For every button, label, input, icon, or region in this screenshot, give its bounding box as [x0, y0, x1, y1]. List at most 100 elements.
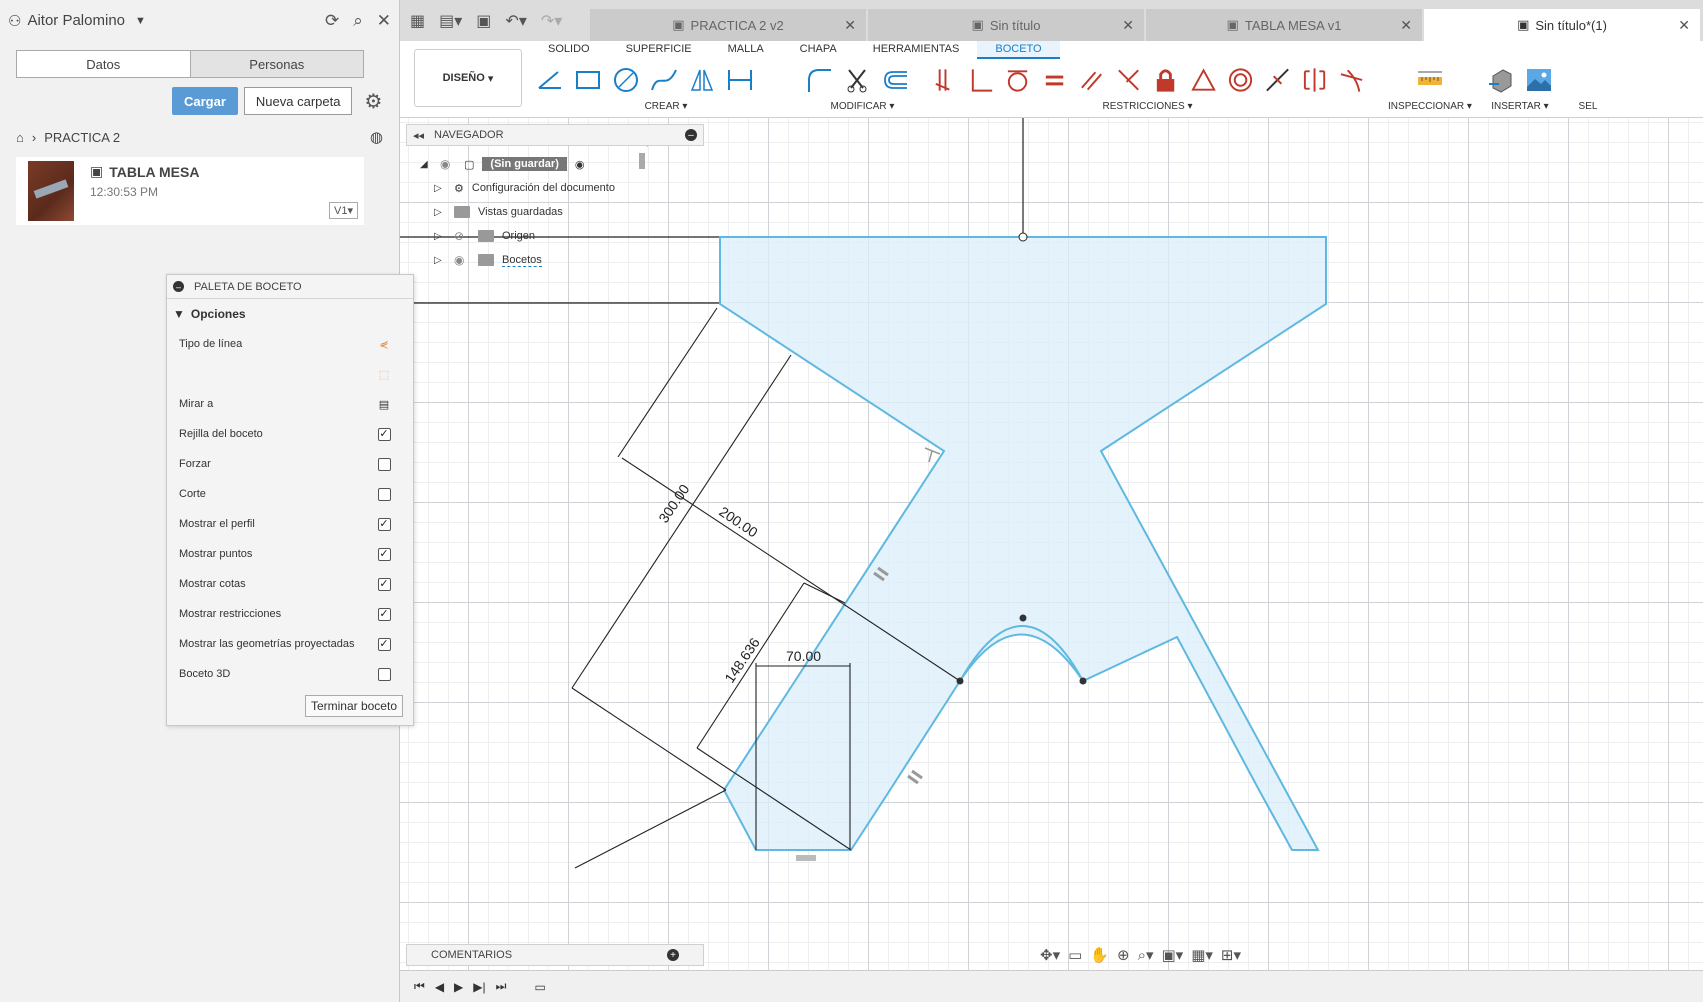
new-folder-button[interactable]: Nueva carpeta [243, 87, 353, 115]
play-icon[interactable]: ▶ [454, 980, 463, 994]
doc-tab-practica[interactable]: ▣ PRACTICA 2 v2 ✕ [590, 9, 866, 41]
tab-datos[interactable]: Datos [17, 51, 191, 77]
pan-hand-icon[interactable]: ✋ [1090, 946, 1109, 964]
activate-radio-icon[interactable]: ◉ [575, 158, 585, 171]
dimension-300[interactable]: 300.00 [655, 481, 692, 526]
checkbox-mostrar-puntos[interactable]: ✓ [377, 547, 391, 561]
tab-boceto[interactable]: BOCETO [977, 41, 1060, 59]
sketch-profile[interactable] [719, 236, 1327, 851]
checkbox-mostrar-restricciones[interactable]: ✓ [377, 607, 391, 621]
home-icon[interactable]: ⌂ [16, 130, 24, 145]
workspace-dropdown[interactable]: DISEÑO ▾ [414, 49, 522, 107]
tab-herramientas[interactable]: HERRAMIENTAS [855, 41, 978, 59]
expand-triangle-icon[interactable]: ▷ [434, 255, 446, 266]
fit-icon[interactable]: ⌕▾ [1138, 946, 1154, 964]
redo-icon[interactable]: ↷▾ [541, 11, 562, 31]
checkbox-geometrias-proyectadas[interactable]: ✓ [377, 637, 391, 651]
construction-line-icon[interactable]: ⋞ [377, 337, 391, 351]
save-icon[interactable]: ▣ [476, 11, 491, 31]
user-menu[interactable]: ⚇ Aitor Palomino ▼ [8, 12, 146, 30]
palette-header[interactable]: – PALETA DE BOCETO [167, 275, 413, 299]
circle-tool-icon[interactable] [612, 66, 640, 94]
finish-sketch-button[interactable]: Terminar boceto [304, 695, 403, 717]
dimension-tool-icon[interactable] [726, 66, 754, 94]
expand-triangle-icon[interactable]: ▷ [434, 183, 446, 194]
globe-icon[interactable]: ◍ [370, 128, 383, 146]
line-tool-icon[interactable] [536, 66, 564, 94]
sketch-canvas[interactable]: 300.00 200.00 148.636 70.00 ◂◂ NAVEGADOR… [400, 118, 1703, 970]
viewports-icon[interactable]: ⊞▾ [1221, 946, 1241, 964]
trim-scissors-icon[interactable] [843, 66, 871, 94]
browser-navigator[interactable]: ◂◂ NAVEGADOR – [406, 124, 704, 146]
upload-button[interactable]: Cargar [172, 87, 238, 115]
checkbox-rejilla[interactable]: ✓ [377, 427, 391, 441]
concentric-constraint-icon[interactable] [1227, 66, 1254, 94]
display-settings-icon[interactable]: ▣▾ [1162, 946, 1184, 964]
close-icon[interactable]: ✕ [1122, 17, 1134, 34]
measure-ruler-icon[interactable] [1416, 66, 1444, 94]
group-label-seleccionar[interactable]: SEL [1568, 101, 1608, 112]
checkbox-mostrar-perfil[interactable]: ✓ [377, 517, 391, 531]
coincident-constraint-icon[interactable] [930, 66, 957, 94]
doc-tab-sin-titulo[interactable]: ▣ Sin título ✕ [868, 9, 1144, 41]
group-label-modificar[interactable]: MODIFICAR ▾ [805, 101, 920, 112]
midpoint-constraint-icon[interactable] [1264, 66, 1291, 94]
tab-chapa[interactable]: CHAPA [782, 41, 855, 59]
curvature-constraint-icon[interactable] [1338, 66, 1365, 94]
palette-section-opciones[interactable]: ▼ Opciones [167, 299, 413, 329]
navigator-item[interactable]: ▷ ⊘ Origen [420, 224, 615, 248]
checkbox-corte[interactable] [377, 487, 391, 501]
sketch-point[interactable] [1019, 614, 1027, 622]
navigator-item[interactable]: ▷ ⚙ Configuración del documento [420, 176, 615, 200]
minimize-icon[interactable]: – [173, 281, 184, 292]
refresh-icon[interactable]: ⟳ [325, 11, 339, 31]
symmetry-constraint-icon[interactable] [1301, 66, 1328, 94]
parallel-constraint-icon[interactable] [1078, 66, 1105, 94]
insert-derive-icon[interactable] [1487, 66, 1515, 94]
add-comment-icon[interactable]: + [667, 949, 679, 961]
checkbox-forzar[interactable] [377, 457, 391, 471]
close-icon[interactable]: ✕ [1678, 17, 1690, 34]
breadcrumb-project[interactable]: PRACTICA 2 [44, 130, 120, 145]
triangle-constraint-icon[interactable] [1190, 66, 1217, 94]
sketch-point[interactable] [1079, 677, 1087, 685]
search-icon[interactable]: ⌕ [353, 11, 363, 31]
close-icon[interactable]: ✕ [1400, 17, 1412, 34]
doc-tab-active[interactable]: ▣ Sin título*(1) ✕ [1424, 9, 1700, 41]
tangent-constraint-icon[interactable] [1004, 66, 1031, 94]
expand-triangle-icon[interactable]: ▷ [434, 231, 446, 242]
last-step-icon[interactable]: ⏭ [496, 979, 507, 994]
orbit-icon[interactable]: ✥▾ [1040, 946, 1060, 964]
zoom-icon[interactable]: ⊕ [1117, 946, 1130, 964]
collinear-constraint-icon[interactable] [1115, 66, 1142, 94]
undo-icon[interactable]: ↶▾ [505, 11, 526, 31]
perpendicular-constraint-icon[interactable] [967, 66, 994, 94]
tab-personas[interactable]: Personas [191, 51, 364, 77]
fillet-tool-icon[interactable] [805, 66, 833, 94]
spline-tool-icon[interactable] [650, 66, 678, 94]
close-icon[interactable]: ✕ [844, 17, 856, 34]
eye-icon[interactable]: ◉ [440, 157, 456, 171]
origin-point[interactable] [1018, 232, 1028, 242]
rectangle-tool-icon[interactable] [574, 66, 602, 94]
tab-superficie[interactable]: SUPERFICIE [608, 41, 710, 59]
mirror-tool-icon[interactable] [688, 66, 716, 94]
checkbox-boceto-3d[interactable] [377, 667, 391, 681]
app-grid-icon[interactable]: ▦ [410, 11, 425, 31]
file-card[interactable]: ▣ TABLA MESA 12:30:53 PM V1▾ [16, 157, 364, 225]
collapse-triangle-icon[interactable]: ◢ [420, 159, 432, 170]
sketch-timeline-icon[interactable]: ▭ [534, 980, 545, 994]
file-menu-icon[interactable]: ▤▾ [439, 11, 462, 31]
first-step-icon[interactable]: ⏮ [414, 979, 425, 994]
version-dropdown[interactable]: V1▾ [329, 202, 358, 219]
eye-icon[interactable]: ◉ [454, 253, 470, 267]
grid-settings-icon[interactable]: ▦▾ [1191, 946, 1213, 964]
look-at-icon[interactable]: ▭ [1068, 946, 1082, 964]
navigator-root[interactable]: ◢ ◉ ▢ (Sin guardar) ◉ [420, 152, 615, 176]
expand-triangle-icon[interactable]: ▷ [434, 207, 446, 218]
doc-tab-tabla-mesa[interactable]: ▣ TABLA MESA v1 ✕ [1146, 9, 1422, 41]
tab-solido[interactable]: SOLIDO [530, 41, 608, 59]
minimize-icon[interactable]: – [685, 129, 697, 141]
look-at-icon[interactable]: ▤ [377, 397, 391, 411]
collapse-icon[interactable]: ◂◂ [413, 129, 424, 142]
